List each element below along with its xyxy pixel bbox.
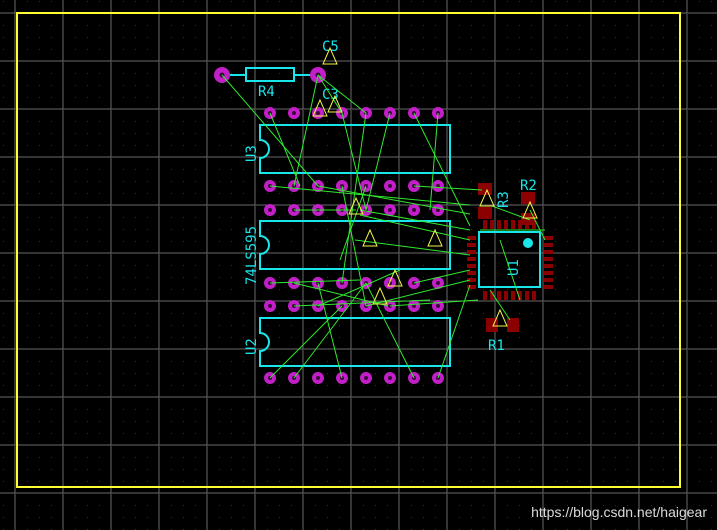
u3-label: U3 [244,145,260,162]
r2-label: R2 [520,178,537,194]
u2-label: U2 [244,338,260,355]
r3-label: R3 [496,191,512,208]
pcb-canvas[interactable]: R4 C5 C3 U3 74LS595 U2 U1 R3 R2 R [0,0,717,530]
u1-pin1-marker [523,238,533,248]
74ls595-label: 74LS595 [244,226,260,285]
r4-label: R4 [258,84,275,100]
watermark: https://blog.csdn.net/haigear [531,504,707,520]
u1-label: U1 [506,259,522,276]
ic-u1[interactable]: U1 [467,220,553,300]
c5-label: C5 [322,39,339,55]
r1-label: R1 [488,338,505,354]
